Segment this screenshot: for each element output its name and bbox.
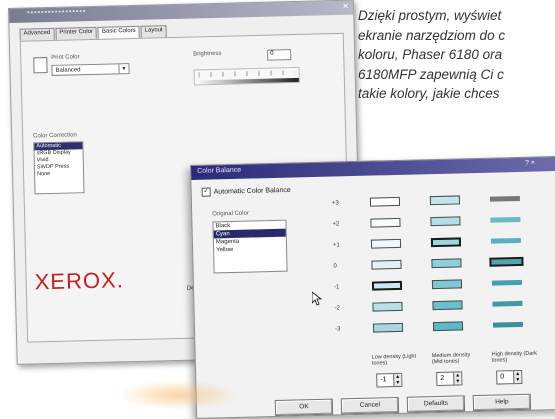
checkbox-icon[interactable]: ✓ [201,187,211,197]
original-color-list[interactable]: Black Cyan Magenta Yellow [212,219,288,274]
swatch[interactable] [431,279,463,290]
close-icon[interactable]: ✕ [342,2,349,11]
level-label: -3 [334,326,341,333]
swatch[interactable] [370,238,402,249]
medium-density-spinner[interactable]: 2 ▲ ▼ [436,371,463,387]
swatch[interactable] [491,279,523,286]
low-density-label: Low density (Light tones) [371,353,417,367]
high-density-value: 0 [500,373,505,381]
brightness-label: Brightness [193,50,222,58]
original-color-label: Original Color [212,210,249,218]
tab-basic-colors[interactable]: Basic Colors [97,25,140,39]
spinner-arrows-icon[interactable]: ▲ ▼ [453,372,462,385]
swatch-selected[interactable] [371,280,403,291]
swatch[interactable] [431,258,462,269]
print-color-select[interactable]: Balanced ▾ [51,63,130,76]
document-icon [33,57,48,74]
brightness-spinner[interactable]: 0 [267,49,292,61]
high-density-label: High density (Dark tones) [491,350,538,364]
caption-line: ekranie narzędziom do c [358,27,506,43]
level-label: +1 [332,242,340,249]
level-label: +3 [331,200,339,207]
level-label: -2 [334,305,340,312]
list-item[interactable]: Yellow [214,245,286,255]
swatch[interactable] [369,196,401,207]
swatch[interactable] [372,322,404,333]
spinner-arrows-icon[interactable]: ▲ ▼ [513,370,522,384]
mouse-cursor-icon [312,292,322,306]
level-label: +2 [332,221,340,228]
medium-density-value: 2 [440,374,445,382]
list-item[interactable]: None [35,170,83,178]
swatch[interactable] [430,216,461,227]
low-density-spinner[interactable]: -1 ▲ ▼ [376,372,403,388]
brightness-gradient [194,77,299,85]
spinner-arrows-icon[interactable]: ▲ ▼ [393,373,402,387]
level-label: 0 [333,263,337,270]
slider-ticks [198,70,295,78]
swatch[interactable] [492,321,524,328]
auto-balance-checkbox[interactable]: ✓ Automatic Color Balance [201,186,291,197]
swatch-selected[interactable] [489,256,524,267]
tab-printer-color[interactable]: Printer Color [55,26,98,40]
print-color-label: Print Color [51,54,80,61]
swatch[interactable] [490,216,521,223]
tab-advanced[interactable]: Advanced [19,27,55,41]
swatch[interactable] [432,300,463,311]
swatch[interactable] [489,195,520,202]
caption-line: Dzięki prostym, wyświet [358,8,502,23]
cancel-button[interactable]: Cancel [340,396,400,415]
swatch[interactable] [492,300,523,307]
swatch[interactable] [371,259,402,270]
tab-layout[interactable]: Layout [140,25,167,38]
color-balance-dialog: Color Balance ? × ✓ Automatic Color Balan… [190,155,555,419]
swatch-selected[interactable] [430,237,462,248]
swatch[interactable] [372,301,403,312]
medium-density-label: Medium density (Mid tones) [431,352,471,366]
low-density-value: -1 [380,376,387,384]
caption: Dzięki prostym, wyświet ekranie narzędzi… [358,6,554,104]
caption-line: takie kolory, jakie chces [358,86,500,101]
brightness-slider[interactable] [193,66,300,86]
defaults-button[interactable]: Defaults [406,395,466,413]
level-label: -1 [333,284,340,291]
chevron-down-icon: ▾ [118,64,129,74]
swatch[interactable] [432,321,464,332]
high-density-spinner[interactable]: 0 ▲ ▼ [496,369,523,385]
auto-balance-label: Automatic Color Balance [213,186,291,196]
help-button[interactable]: Help [472,393,532,412]
color-correction-list[interactable]: Automatic sRGB Display Vivid SWOP Press … [33,141,85,195]
ok-button[interactable]: OK [274,398,334,416]
xerox-logo: XEROX. [34,267,125,295]
decorative-glow [118,380,238,410]
print-color-value: Balanced [55,67,81,74]
help-close-icon[interactable]: ? × [525,160,535,167]
title-bar: ▪▪▪▪▪▪▪▪▪▪▪▪▪▪▪▪▪ ✕ [9,0,354,23]
caption-line: koloru, Phaser 6180 ora [358,47,503,62]
swatch[interactable] [429,195,461,206]
swatch[interactable] [370,217,401,228]
title-bar-text: ▪▪▪▪▪▪▪▪▪▪▪▪▪▪▪▪▪ [27,8,87,17]
swatch[interactable] [490,237,522,244]
dialog-title: Color Balance [197,166,242,175]
caption-line: 6180MFP zapewnią Ci c [358,66,504,82]
color-correction-label: Color Correction [33,132,77,140]
